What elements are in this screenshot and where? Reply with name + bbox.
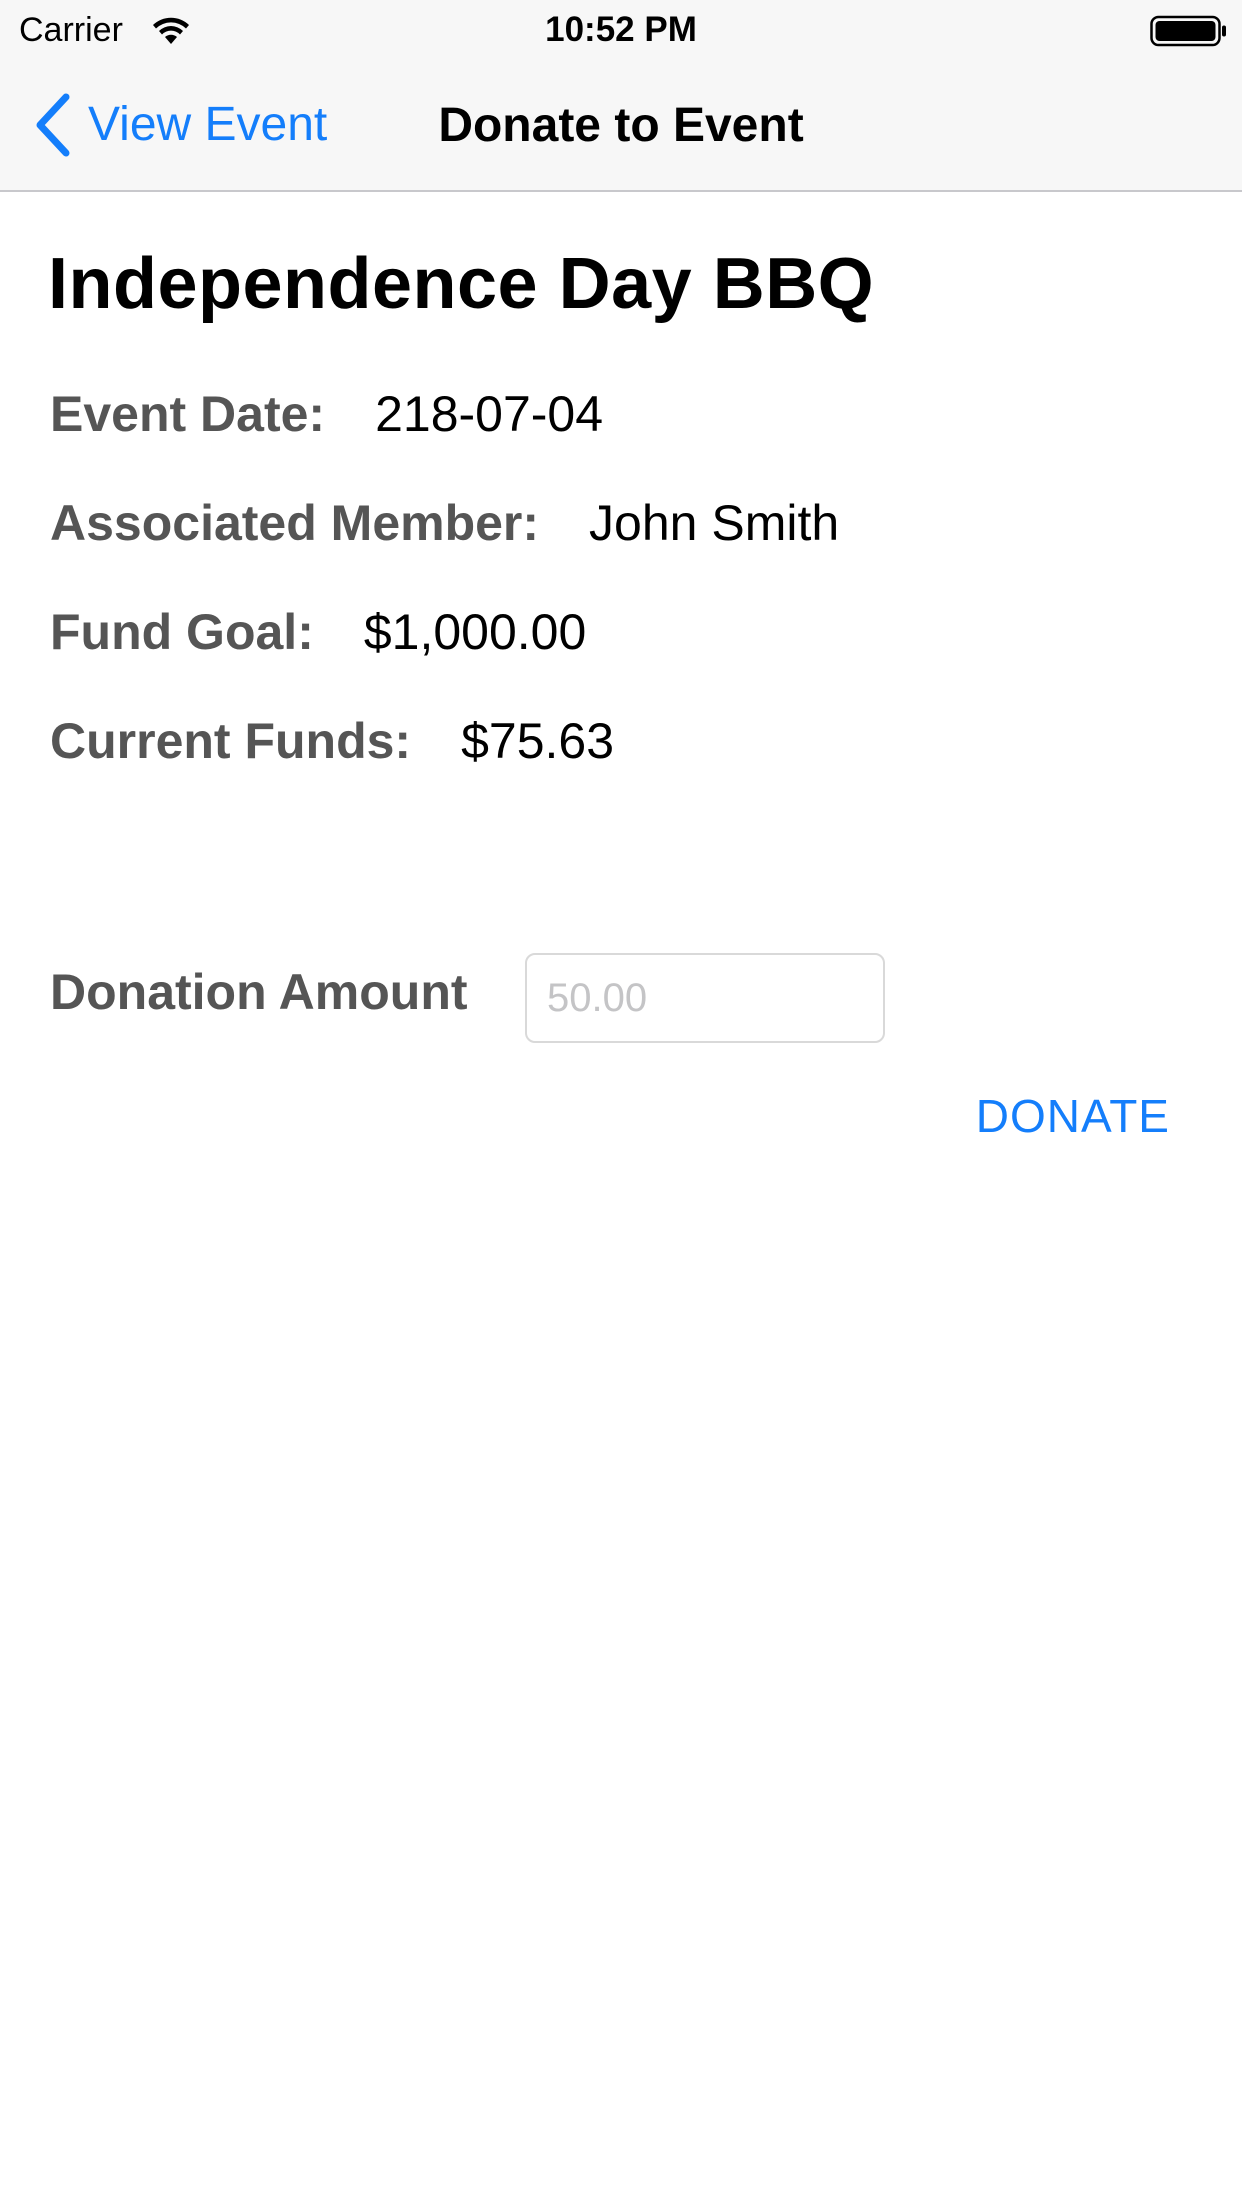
current-funds-label: Current Funds: [50,713,412,769]
event-date-row: Event Date: 218-07-04 [50,382,603,446]
nav-title: Donate to Event [438,99,804,152]
fund-goal-label: Fund Goal: [50,604,314,660]
battery-icon [1150,15,1226,47]
donate-button[interactable]: DONATE [970,1086,1170,1146]
donation-amount-label: Donation Amount [50,964,468,1020]
event-date-value: 218-07-04 [375,386,604,442]
associated-member-value: John Smith [589,495,840,551]
event-date-label: Event Date: [50,386,326,442]
current-funds-value: $75.63 [461,713,615,769]
status-bar: Carrier 10:52 PM [0,0,1242,60]
fund-goal-row: Fund Goal: $1,000.00 [50,600,586,664]
status-time: 10:52 PM [545,10,697,49]
current-funds-row: Current Funds: $75.63 [50,709,614,773]
event-title: Independence Day BBQ [48,244,875,324]
associated-member-label: Associated Member: [50,495,540,551]
donate-screen: Carrier 10:52 PM View Event Donate to Ev… [0,0,1242,2208]
associated-member-row: Associated Member: John Smith [50,491,839,555]
donation-amount-input[interactable] [525,953,885,1043]
fund-goal-value: $1,000.00 [363,604,587,660]
navigation-bar: View Event Donate to Event [0,60,1242,192]
